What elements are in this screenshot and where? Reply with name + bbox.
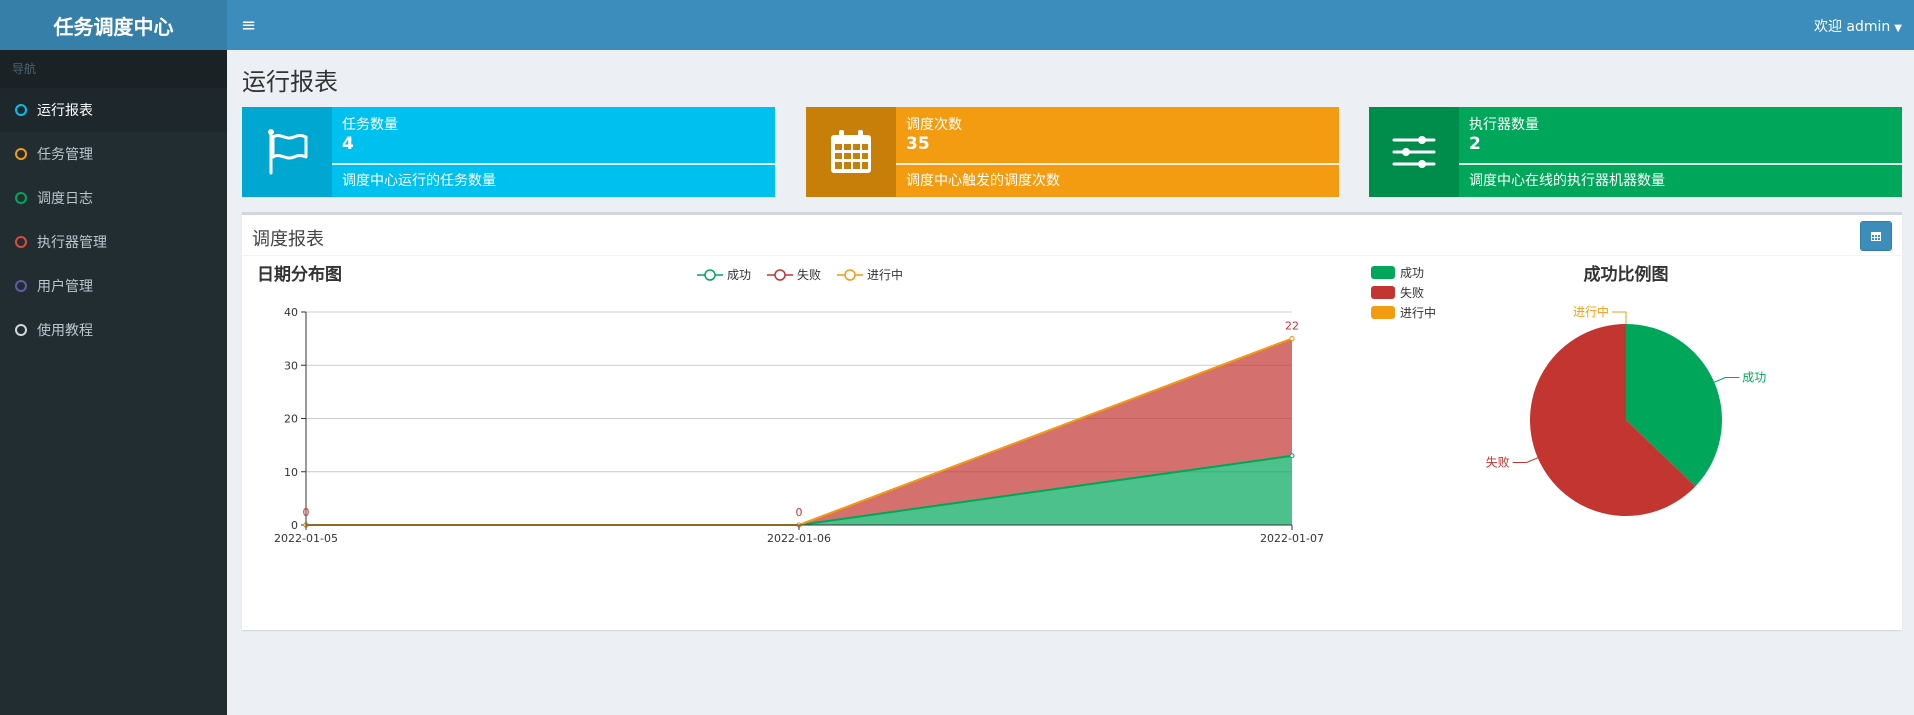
y-tick-label: 20 <box>284 413 298 426</box>
data-label: 0 <box>303 506 310 519</box>
info-icon-box <box>806 107 896 197</box>
info-label: 调度次数 <box>906 117 962 133</box>
pie-legend-label: 成功 <box>1400 266 1424 280</box>
circle-icon <box>15 148 27 160</box>
sidebar-item-5[interactable]: 使用教程 <box>0 308 227 352</box>
circle-icon <box>15 104 27 116</box>
caret-down-icon: ▼ <box>1894 23 1902 34</box>
sidebar-item-label: 执行器管理 <box>37 235 107 251</box>
sidebar: 任务调度中心 导航 运行报表任务管理调度日志执行器管理用户管理使用教程 <box>0 0 227 715</box>
sidebar-item-label: 使用教程 <box>37 323 93 339</box>
top-navbar: ≡ 欢迎 admin ▼ <box>227 0 1914 50</box>
sidebar-item-3[interactable]: 执行器管理 <box>0 220 227 264</box>
legend-label: 成功 <box>727 268 751 282</box>
sidebar-item-2[interactable]: 调度日志 <box>0 176 227 220</box>
info-box-trigger-count: 调度次数 35 调度中心触发的调度次数 <box>806 107 1339 197</box>
info-label: 执行器数量 <box>1469 117 1539 133</box>
pie-legend-swatch <box>1371 286 1395 299</box>
pie-chart-title: 成功比例图 <box>1584 264 1669 285</box>
pie-leader-line <box>1714 377 1740 383</box>
calendar-icon <box>1871 232 1881 241</box>
report-header: 调度报表 <box>242 215 1902 256</box>
flag-icon <box>268 129 308 175</box>
sidebar-item-4[interactable]: 用户管理 <box>0 264 227 308</box>
data-label: 0 <box>796 506 803 519</box>
pie-slice-label: 进行中 <box>1573 304 1609 319</box>
info-content: 调度次数 35 调度中心触发的调度次数 <box>896 107 1339 197</box>
circle-icon <box>15 324 27 336</box>
info-icon-box <box>1369 107 1459 197</box>
circle-icon <box>15 236 27 248</box>
legend-label: 失败 <box>797 267 821 282</box>
info-content: 执行器数量 2 调度中心在线的执行器机器数量 <box>1459 107 1902 197</box>
info-box-executor-count: 执行器数量 2 调度中心在线的执行器机器数量 <box>1369 107 1902 197</box>
circle-icon <box>15 280 27 292</box>
pie-legend-swatch <box>1371 266 1395 279</box>
sidebar-item-label: 运行报表 <box>37 103 93 119</box>
pie-slice-label: 成功 <box>1742 371 1766 385</box>
y-tick-label: 30 <box>284 359 298 372</box>
info-number: 35 <box>906 134 930 154</box>
pie-leader-line <box>1612 311 1627 324</box>
x-tick-label: 2022-01-05 <box>274 532 338 545</box>
report-box: 调度报表 日期分布图 0 10 20 30 40 2022-01-05 2022-01-06 2… <box>242 212 1902 630</box>
x-tick-label: 2022-01-06 <box>767 532 831 545</box>
date-range-button[interactable] <box>1860 221 1892 251</box>
data-point <box>1289 336 1295 342</box>
legend-marker <box>704 269 716 281</box>
y-tick-label: 40 <box>284 306 298 319</box>
info-divider <box>332 163 775 165</box>
pie-legend-label: 进行中 <box>1400 305 1436 320</box>
app-logo[interactable]: 任务调度中心 <box>0 0 227 50</box>
legend-marker <box>844 269 856 281</box>
info-box-job-count: 任务数量 4 调度中心运行的任务数量 <box>242 107 775 197</box>
report-title: 调度报表 <box>252 229 324 250</box>
calendar-icon <box>831 130 871 173</box>
user-menu[interactable]: 欢迎 admin ▼ <box>1814 16 1902 36</box>
legend-marker <box>774 269 786 281</box>
sidebar-item-label: 任务管理 <box>37 147 93 163</box>
info-desc: 调度中心触发的调度次数 <box>906 173 1060 189</box>
sidebar-item-label: 调度日志 <box>37 191 93 207</box>
info-desc: 调度中心运行的任务数量 <box>342 173 496 189</box>
pie-slice-label: 失败 <box>1486 454 1510 469</box>
x-tick-label: 2022-01-07 <box>1260 532 1324 545</box>
info-number: 4 <box>342 134 354 154</box>
sidebar-toggle-icon[interactable]: ≡ <box>241 15 256 36</box>
sidebar-item-1[interactable]: 任务管理 <box>0 132 227 176</box>
y-tick-label: 10 <box>284 466 298 479</box>
line-chart-title: 日期分布图 <box>257 264 342 285</box>
info-desc: 调度中心在线的执行器机器数量 <box>1469 173 1665 189</box>
sidebar-item-label: 用户管理 <box>37 279 93 295</box>
data-point <box>1289 453 1295 459</box>
info-icon-box <box>242 107 332 197</box>
info-label: 任务数量 <box>342 117 398 133</box>
user-label: 欢迎 admin <box>1813 19 1891 35</box>
pie-legend-label: 失败 <box>1400 285 1424 300</box>
info-content: 任务数量 4 调度中心运行的任务数量 <box>332 107 775 197</box>
data-label: 22 <box>1285 320 1299 333</box>
y-tick-label: 0 <box>291 519 298 532</box>
info-divider <box>896 163 1339 165</box>
circle-icon <box>15 192 27 204</box>
sidebar-item-0[interactable]: 运行报表 <box>0 88 227 132</box>
info-number: 2 <box>1469 134 1481 154</box>
legend-label: 进行中 <box>867 267 903 282</box>
info-divider <box>1459 163 1902 165</box>
nav-list: 运行报表任务管理调度日志执行器管理用户管理使用教程 <box>0 88 227 352</box>
pie-leader-line <box>1512 457 1538 463</box>
report-charts: 日期分布图 0 10 20 30 40 2022-01-05 2022-01-06 2022-0… <box>257 264 1766 545</box>
nav-header: 导航 <box>0 50 227 88</box>
sliders-icon <box>1392 136 1436 168</box>
pie-legend-swatch <box>1371 306 1395 319</box>
page-title: 运行报表 <box>242 68 338 96</box>
